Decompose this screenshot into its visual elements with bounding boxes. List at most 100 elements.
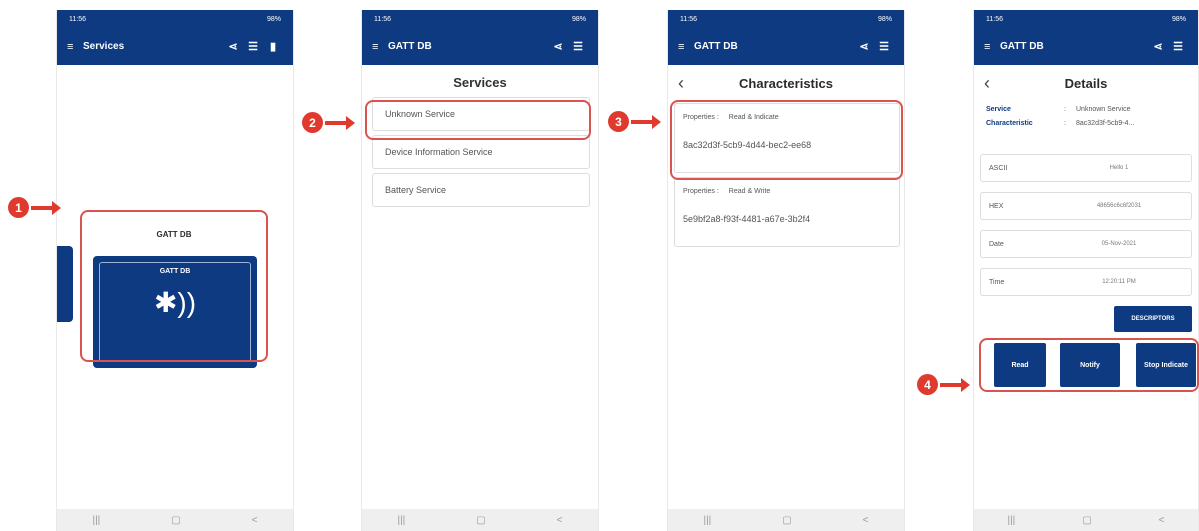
properties-value: Read & Write: [728, 188, 771, 195]
list-icon[interactable]: ☰: [1168, 40, 1188, 53]
step-number: 3: [608, 111, 629, 132]
home-icon[interactable]: ▢: [782, 515, 791, 526]
back-arrow-icon[interactable]: ‹: [984, 73, 1004, 94]
field-value: Hello 1: [1109, 165, 1129, 171]
step-number: 2: [302, 112, 323, 133]
app-bar: ≡ GATT DB ⋖ ☰: [668, 28, 904, 65]
recent-apps-icon[interactable]: |||: [703, 515, 711, 526]
system-nav-bar: ||| ▢ <: [362, 509, 598, 531]
recent-apps-icon[interactable]: |||: [397, 515, 405, 526]
share-icon[interactable]: ⋖: [223, 40, 243, 53]
screen-title: Characteristics: [739, 75, 833, 91]
back-nav-icon[interactable]: <: [1159, 515, 1165, 526]
field-value: 48656c6c6f2031: [1096, 203, 1142, 209]
side-drawer-tab[interactable]: [57, 246, 73, 322]
value-field-date: Date 05-Nov-2021: [980, 230, 1192, 258]
status-bar: 11:56 98%: [57, 10, 293, 28]
step-number: 4: [917, 374, 938, 395]
back-nav-icon[interactable]: <: [557, 515, 563, 526]
status-battery: 98%: [1171, 15, 1186, 23]
system-nav-bar: ||| ▢ <: [974, 509, 1198, 531]
descriptors-button[interactable]: DESCRIPTORS: [1114, 306, 1192, 332]
field-label: Time: [989, 278, 1005, 286]
highlight-action-buttons: [979, 338, 1199, 392]
status-time: 11:56: [374, 15, 391, 23]
back-nav-icon[interactable]: <: [863, 515, 869, 526]
field-label: Date: [989, 240, 1004, 248]
menu-icon[interactable]: ≡: [372, 41, 388, 53]
characteristic-label: Characteristic: [986, 119, 1033, 127]
phone-screen-details: 11:56 98% ≡ GATT DB ⋖ ☰ ‹ Details Servic…: [973, 10, 1199, 531]
service-value: Unknown Service: [1076, 105, 1131, 113]
title-row: ‹ Details: [974, 65, 1198, 101]
field-value: 05-Nov-2021: [1101, 241, 1137, 247]
list-icon[interactable]: ☰: [243, 40, 263, 53]
service-row: Service : Unknown Service: [986, 105, 1131, 113]
share-icon[interactable]: ⋖: [854, 40, 874, 53]
recent-apps-icon[interactable]: |||: [92, 515, 100, 526]
share-icon[interactable]: ⋖: [548, 40, 568, 53]
system-nav-bar: ||| ▢ <: [57, 509, 293, 531]
app-title: GATT DB: [388, 41, 432, 52]
status-time: 11:56: [986, 15, 1003, 23]
field-label: HEX: [989, 202, 1004, 210]
callout-step-3: 3: [608, 111, 661, 132]
screen-title: Details: [1064, 75, 1108, 91]
home-icon[interactable]: ▢: [1082, 515, 1091, 526]
phone-screen-characteristics: 11:56 98% ≡ GATT DB ⋖ ☰ ‹ Characteristic…: [667, 10, 905, 531]
app-bar: ≡ Services ⋖ ☰ ▮: [57, 28, 293, 65]
info-icon[interactable]: ▮: [263, 40, 283, 53]
status-battery: 98%: [877, 15, 892, 23]
characteristic-value: 8ac32d3f-5cb9-4...: [1076, 119, 1135, 127]
status-bar: 11:56 98%: [974, 10, 1198, 28]
list-icon[interactable]: ☰: [874, 40, 894, 53]
field-label: ASCII: [989, 164, 1008, 172]
highlight-device-card: [80, 210, 268, 362]
service-label: Service: [986, 105, 1011, 113]
menu-icon[interactable]: ≡: [984, 41, 1000, 53]
app-title: Services: [83, 41, 125, 52]
arrow-icon: [31, 200, 61, 215]
menu-icon[interactable]: ≡: [67, 41, 83, 53]
arrow-icon: [940, 377, 970, 392]
status-battery: 98%: [266, 15, 281, 23]
properties-row: Properties : Read & Write: [683, 188, 770, 195]
highlight-characteristic: [670, 100, 903, 180]
status-time: 11:56: [69, 15, 86, 23]
home-icon[interactable]: ▢: [171, 515, 180, 526]
value-field-time: Time 12:20:11 PM: [980, 268, 1192, 296]
callout-step-4: 4: [917, 374, 970, 395]
field-value: 12:20:11 PM: [1102, 279, 1136, 285]
app-title: GATT DB: [694, 41, 738, 52]
list-icon[interactable]: ☰: [568, 40, 588, 53]
value-field-hex: HEX 48656c6c6f2031: [980, 192, 1192, 220]
app-bar: ≡ GATT DB ⋖ ☰: [974, 28, 1198, 65]
status-bar: 11:56 98%: [362, 10, 598, 28]
characteristic-row: Characteristic : 8ac32d3f-5cb9-4...: [986, 119, 1135, 127]
properties-label: Properties :: [683, 188, 719, 195]
service-item-device-info[interactable]: Device Information Service: [372, 135, 590, 169]
back-arrow-icon[interactable]: ‹: [678, 73, 698, 94]
status-battery: 98%: [571, 15, 586, 23]
callout-step-2: 2: [302, 112, 355, 133]
back-nav-icon[interactable]: <: [252, 515, 258, 526]
menu-icon[interactable]: ≡: [678, 41, 694, 53]
highlight-unknown-service: [365, 100, 591, 140]
app-title: GATT DB: [1000, 41, 1044, 52]
phone-screen-services: 11:56 98% ≡ GATT DB ⋖ ☰ Services Unknown…: [361, 10, 599, 531]
service-item-battery[interactable]: Battery Service: [372, 173, 590, 207]
recent-apps-icon[interactable]: |||: [1007, 515, 1015, 526]
share-icon[interactable]: ⋖: [1148, 40, 1168, 53]
system-nav-bar: ||| ▢ <: [668, 509, 904, 531]
status-bar: 11:56 98%: [668, 10, 904, 28]
app-bar: ≡ GATT DB ⋖ ☰: [362, 28, 598, 65]
arrow-icon: [325, 115, 355, 130]
home-icon[interactable]: ▢: [476, 515, 485, 526]
title-row: ‹ Characteristics: [668, 65, 904, 101]
characteristic-uuid: 5e9bf2a8-f93f-4481-a67e-3b2f4: [683, 214, 811, 224]
value-field-ascii: ASCII Hello 1: [980, 154, 1192, 182]
characteristic-card[interactable]: Properties : Read & Write 5e9bf2a8-f93f-4…: [674, 177, 900, 247]
step-number: 1: [8, 197, 29, 218]
screen-title: Services: [453, 75, 507, 90]
callout-step-1: 1: [8, 197, 61, 218]
